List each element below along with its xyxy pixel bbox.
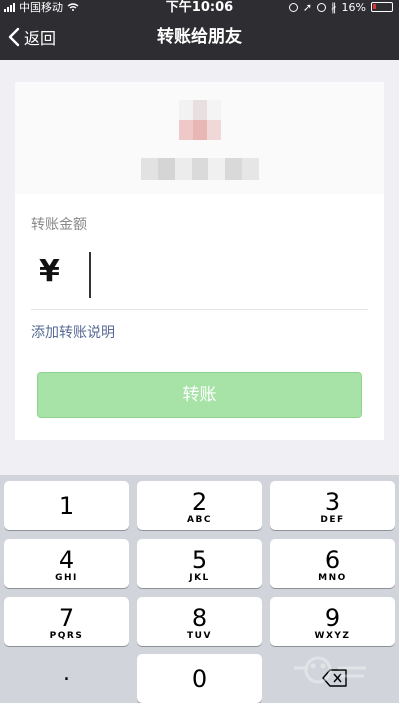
key-dot[interactable]: . xyxy=(4,654,129,703)
status-bar: 中国移动 下午10:06 ➚ ∦ 16% xyxy=(0,0,399,15)
key-0[interactable]: 0 xyxy=(137,654,262,703)
key-3[interactable]: 3 DEF xyxy=(270,481,395,530)
page-title: 转账给朋友 xyxy=(157,27,242,47)
battery-icon xyxy=(371,2,393,12)
lock-rotation-icon xyxy=(288,2,298,12)
numeric-keypad: 1 2 ABC 3 DEF 4 GHI 5 JKL 6 MNO 7 PQRS 8 TUV 9W… xyxy=(0,475,399,703)
key-9[interactable]: 9 WXYZ xyxy=(270,597,395,646)
nav-bar: 返回 转账给朋友 xyxy=(0,14,399,60)
text-cursor xyxy=(89,252,91,298)
backspace-icon xyxy=(322,669,347,687)
key-6[interactable]: 6 MNO xyxy=(270,539,395,588)
add-note-link[interactable]: 添加转账说明 xyxy=(31,322,115,342)
key-4[interactable]: 4 GHI xyxy=(4,539,129,588)
amount-label: 转账金额 xyxy=(31,217,87,233)
delete-key[interactable] xyxy=(270,654,395,703)
key-8[interactable]: 8 TUV xyxy=(137,597,262,646)
key-7[interactable]: 7 PQRS xyxy=(4,597,129,646)
transfer-card: 转账金额 ¥ 添加转账说明 转账 xyxy=(15,82,384,440)
avatar xyxy=(179,100,221,140)
status-right: ➚ ∦ 16% xyxy=(288,0,393,14)
amount-input[interactable] xyxy=(89,250,359,296)
battery-percent: 16% xyxy=(341,0,366,14)
recipient-name-blurred xyxy=(141,158,260,180)
alarm-icon xyxy=(317,2,327,12)
currency-symbol: ¥ xyxy=(39,254,60,289)
amount-row: ¥ xyxy=(31,240,368,310)
bluetooth-icon: ∦ xyxy=(331,0,337,14)
key-2[interactable]: 2 ABC xyxy=(137,481,262,530)
recipient-section xyxy=(15,82,384,194)
key-5[interactable]: 5 JKL xyxy=(137,539,262,588)
key-1[interactable]: 1 xyxy=(4,481,129,530)
location-icon: ➚ xyxy=(302,0,313,14)
transfer-button[interactable]: 转账 xyxy=(37,372,362,418)
